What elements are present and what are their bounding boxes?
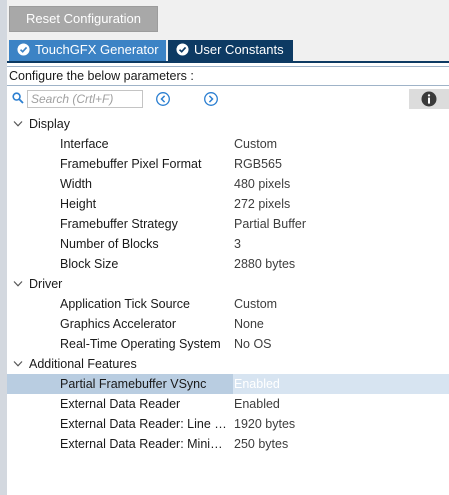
param-row-width[interactable]: Width 480 pixels (7, 174, 449, 194)
param-name: External Data Reader: Minimu... (60, 437, 230, 451)
parameters-header: Configure the below parameters : (7, 66, 449, 86)
param-value[interactable]: None (234, 314, 449, 334)
param-row-height[interactable]: Height 272 pixels (7, 194, 449, 214)
search-input[interactable] (27, 90, 143, 108)
tab-user-constants[interactable]: User Constants (168, 40, 293, 61)
param-name: Interface (60, 137, 109, 151)
tab-label: TouchGFX Generator (35, 42, 159, 57)
group-display[interactable]: Display (7, 114, 449, 134)
param-value[interactable]: 480 pixels (234, 174, 449, 194)
chevron-down-icon (13, 121, 23, 127)
param-row-external-data-reader-minimum[interactable]: External Data Reader: Minimu... 250 byte… (7, 434, 449, 454)
param-name: Real-Time Operating System (60, 337, 221, 351)
param-name: Framebuffer Strategy (60, 217, 178, 231)
param-row-number-of-blocks[interactable]: Number of Blocks 3 (7, 234, 449, 254)
group-label: Additional Features (29, 357, 137, 371)
check-circle-icon (17, 43, 30, 56)
chevron-down-icon (13, 281, 23, 287)
param-name: Partial Framebuffer VSync (60, 377, 207, 391)
param-value[interactable]: 272 pixels (234, 194, 449, 214)
param-row-partial-framebuffer-vsync[interactable]: Partial Framebuffer VSync Enabled (7, 374, 449, 394)
param-row-application-tick-source[interactable]: Application Tick Source Custom (7, 294, 449, 314)
search-icon (12, 92, 24, 104)
param-value[interactable]: 250 bytes (234, 434, 449, 454)
param-value[interactable]: Custom (234, 294, 449, 314)
parameter-tree: Display Interface Custom Framebuffer Pix… (7, 114, 449, 454)
tab-touchgfx-generator[interactable]: TouchGFX Generator (9, 40, 166, 61)
param-value[interactable]: Enabled (234, 394, 449, 414)
param-value[interactable]: 2880 bytes (234, 254, 449, 274)
info-button[interactable] (409, 89, 449, 109)
param-name: Graphics Accelerator (60, 317, 177, 331)
param-row-interface[interactable]: Interface Custom (7, 134, 449, 154)
param-name: Width (60, 177, 92, 191)
left-panel-edge (0, 0, 7, 495)
search-toolbar (7, 88, 449, 110)
info-icon (421, 91, 437, 107)
param-name: Application Tick Source (60, 297, 190, 311)
param-row-external-data-reader[interactable]: External Data Reader Enabled (7, 394, 449, 414)
param-value[interactable]: RGB565 (234, 154, 449, 174)
group-label: Driver (29, 277, 63, 291)
tab-label: User Constants (194, 42, 284, 57)
param-row-block-size[interactable]: Block Size 2880 bytes (7, 254, 449, 274)
param-row-framebuffer-pixel-format[interactable]: Framebuffer Pixel Format RGB565 (7, 154, 449, 174)
circle-chevron-right-icon[interactable] (203, 91, 219, 107)
group-driver[interactable]: Driver (7, 274, 449, 294)
param-value[interactable]: Partial Buffer (234, 214, 449, 234)
param-value[interactable]: No OS (234, 334, 449, 354)
param-row-external-data-reader-line-buffer[interactable]: External Data Reader: Line B... 1920 byt… (7, 414, 449, 434)
param-value[interactable]: 1920 bytes (234, 414, 449, 434)
param-name: Number of Blocks (60, 237, 159, 251)
param-name: Block Size (60, 257, 119, 271)
param-row-rtos[interactable]: Real-Time Operating System No OS (7, 334, 449, 354)
group-additional-features[interactable]: Additional Features (7, 354, 449, 374)
param-name: External Data Reader (60, 397, 181, 411)
param-row-framebuffer-strategy[interactable]: Framebuffer Strategy Partial Buffer (7, 214, 449, 234)
param-value[interactable]: Custom (234, 134, 449, 154)
chevron-down-icon (13, 361, 23, 367)
tab-underline (7, 61, 449, 63)
param-name: Height (60, 197, 97, 211)
param-value[interactable]: 3 (234, 234, 449, 254)
param-name: External Data Reader: Line B... (60, 417, 230, 431)
param-value[interactable]: Enabled (233, 374, 449, 394)
reset-configuration-button[interactable]: Reset Configuration (9, 6, 158, 32)
circle-chevron-left-icon[interactable] (155, 91, 171, 107)
group-label: Display (29, 117, 70, 131)
param-name: Framebuffer Pixel Format (60, 157, 202, 171)
check-circle-icon (176, 43, 189, 56)
param-row-graphics-accelerator[interactable]: Graphics Accelerator None (7, 314, 449, 334)
